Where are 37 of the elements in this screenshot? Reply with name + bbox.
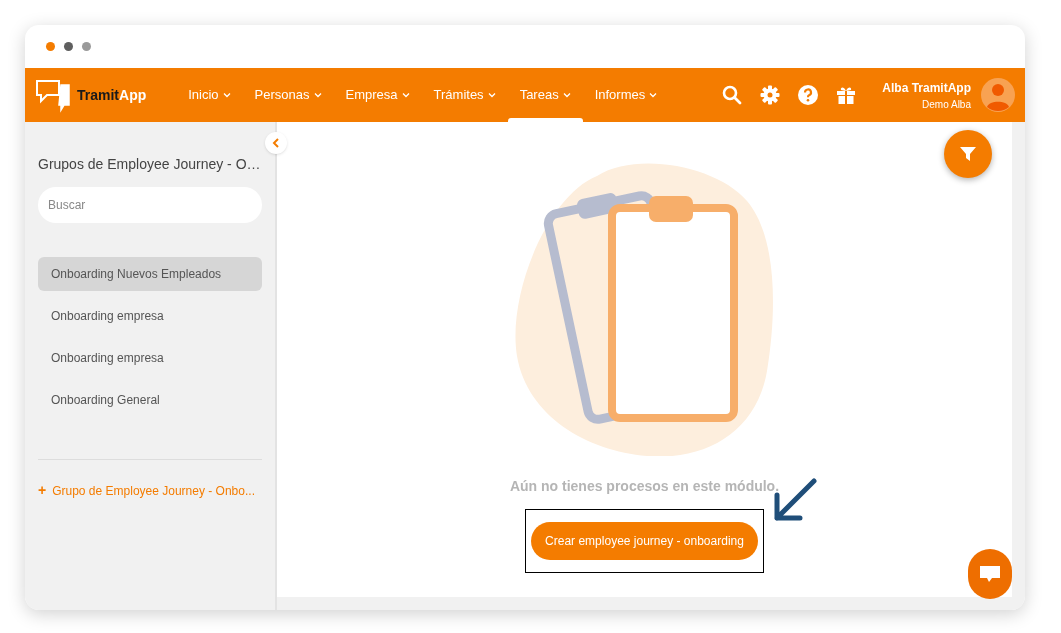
group-list-item[interactable]: Onboarding Nuevos Empleados — [38, 257, 262, 291]
chevron-down-icon — [649, 92, 658, 98]
help-icon[interactable] — [798, 85, 819, 105]
logo-text: App — [119, 85, 147, 105]
chevron-down-icon — [222, 92, 231, 98]
create-journey-button[interactable]: Crear employee journey - onboarding — [531, 522, 758, 560]
search-field[interactable]: Buscar — [38, 187, 262, 223]
chevron-down-icon — [313, 92, 322, 98]
chevron-down-icon — [562, 92, 571, 98]
collapse-button[interactable] — [265, 132, 287, 154]
company-name: Demo Alba — [922, 97, 971, 112]
plus-icon: + — [38, 480, 47, 501]
chevron-left-icon — [272, 138, 280, 148]
search-icon[interactable] — [722, 85, 743, 105]
filter-icon — [959, 145, 977, 163]
user-name: Alba TramitApp — [882, 79, 971, 97]
avatar-icon[interactable] — [981, 78, 1015, 112]
chat-icon — [979, 564, 1001, 584]
nav-tab[interactable]: Trámites — [421, 68, 508, 122]
chevron-down-icon — [487, 92, 496, 98]
add-group-link[interactable]: + Grupo de Employee Journey - Onbo... — [38, 480, 262, 501]
settings-icon[interactable] — [760, 85, 781, 105]
nav-tab[interactable]: Informes — [582, 68, 670, 122]
sidebar-title: Grupos de Employee Journey - O… — [38, 155, 262, 174]
nav-tab[interactable]: Inicio — [176, 68, 243, 122]
filter-button[interactable] — [944, 130, 992, 178]
group-list-item[interactable]: Onboarding General — [38, 383, 262, 417]
chevron-down-icon — [401, 92, 410, 98]
nav-tab[interactable]: Tareas — [507, 68, 583, 122]
gift-icon[interactable] — [836, 85, 857, 105]
logo-text: Tramit — [77, 85, 119, 105]
empty-state-message: Aún no tienes procesos en este módulo. — [509, 477, 780, 496]
nav-tab[interactable]: Empresa — [333, 68, 422, 122]
group-list-item[interactable]: Onboarding empresa — [38, 299, 262, 333]
chat-button[interactable] — [968, 549, 1012, 599]
nav-tab[interactable]: Personas — [242, 68, 334, 122]
group-list-item[interactable]: Onboarding empresa — [38, 341, 262, 375]
